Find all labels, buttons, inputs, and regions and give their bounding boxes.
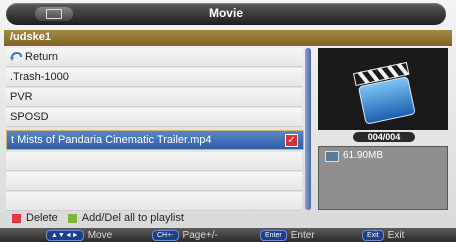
clapperboard-icon bbox=[352, 61, 415, 124]
red-key-icon bbox=[12, 213, 21, 223]
file-size-icon bbox=[325, 151, 339, 162]
hint-enter: Enter Enter bbox=[260, 228, 315, 242]
list-item-return[interactable]: Return bbox=[6, 48, 302, 67]
hint-exit: Exit Exit bbox=[362, 228, 404, 242]
window-title: Movie bbox=[208, 6, 243, 20]
list-item-empty bbox=[6, 192, 302, 211]
hint-move: ▲▼◄► Move bbox=[46, 228, 112, 242]
file-size: 61.90MB bbox=[343, 150, 384, 161]
list-item-folder[interactable]: PVR bbox=[6, 88, 302, 107]
list-item-folder[interactable]: SPOSD bbox=[6, 108, 302, 127]
hint-page: CH+- Page+/- bbox=[152, 228, 218, 242]
preview-panel bbox=[318, 48, 448, 130]
media-browser-window: Movie /udske1 Return .Trash-1000 PVR SPO… bbox=[0, 0, 456, 242]
exit-key-icon: Exit bbox=[362, 229, 384, 241]
current-path: /udske1 bbox=[10, 31, 51, 43]
title-bar: Movie bbox=[6, 3, 446, 25]
file-counter: 004/004 bbox=[353, 132, 415, 142]
add-playlist-label: Add/Del all to playlist bbox=[81, 212, 184, 224]
delete-label: Delete bbox=[26, 212, 58, 224]
enter-key-icon: Enter bbox=[260, 229, 287, 241]
checkmark-icon[interactable]: ✓ bbox=[285, 134, 298, 147]
scrollbar-thumb[interactable] bbox=[305, 48, 311, 210]
return-icon bbox=[10, 52, 22, 62]
list-item-empty bbox=[6, 152, 302, 171]
green-key-icon bbox=[67, 213, 77, 223]
channel-key-icon: CH+- bbox=[152, 229, 179, 241]
list-item-folder[interactable]: .Trash-1000 bbox=[6, 68, 302, 87]
list-item-video-selected[interactable]: t Mists of Pandaria Cinematic Trailer.mp… bbox=[6, 130, 304, 150]
file-info-panel: 61.90MB bbox=[318, 146, 448, 210]
legend: Delete Add/Del all to playlist bbox=[12, 212, 184, 224]
path-bar: /udske1 bbox=[4, 30, 452, 46]
list-item-empty bbox=[6, 172, 302, 191]
file-list: Return .Trash-1000 PVR SPOSD t Mists of … bbox=[6, 48, 304, 211]
arrow-keys-icon: ▲▼◄► bbox=[46, 229, 84, 241]
hint-bar: ▲▼◄► Move CH+- Page+/- Enter Enter Exit … bbox=[0, 228, 456, 242]
